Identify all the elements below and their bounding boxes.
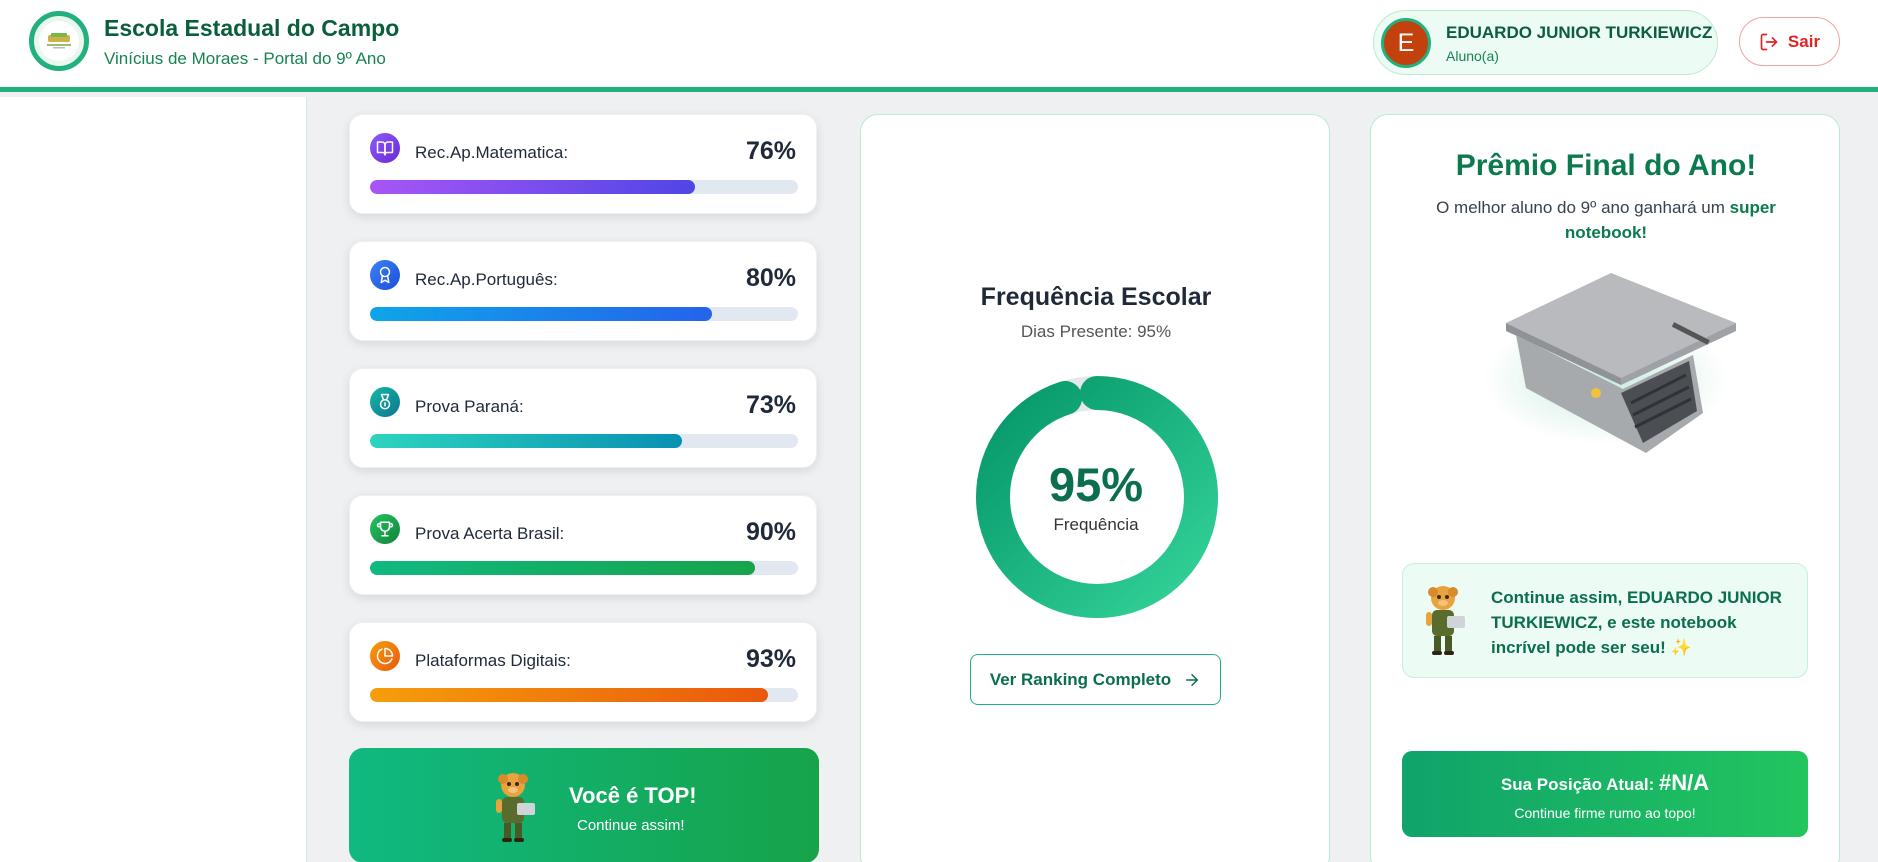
attendance-title: Frequência Escolar bbox=[980, 283, 1212, 311]
attendance-card: Frequência Escolar Dias Presente: 95% 95… bbox=[860, 114, 1330, 862]
encouragement-box: Continue assim, EDUARDO JUNIOR TURKIEWIC… bbox=[1402, 563, 1808, 678]
prize-card: Prêmio Final do Ano! O melhor aluno do 9… bbox=[1370, 114, 1840, 862]
view-ranking-label: Ver Ranking Completo bbox=[989, 669, 1172, 689]
top-student-banner: Você é TOP! Continue assim! bbox=[349, 748, 819, 862]
school-name: Escola Estadual do Campo bbox=[104, 15, 400, 41]
stat-label: Plataformas Digitais: bbox=[415, 651, 571, 670]
progress-track bbox=[370, 688, 798, 702]
progress-track bbox=[370, 307, 798, 321]
mascot-icon bbox=[1426, 586, 1465, 655]
progress-track bbox=[370, 434, 798, 448]
progress-fill bbox=[370, 561, 756, 575]
progress-fill bbox=[370, 688, 769, 702]
position-subtitle: Continue firme rumo ao topo! bbox=[1514, 805, 1696, 821]
stat-percent: 73% bbox=[745, 391, 796, 419]
logout-button[interactable]: Sair bbox=[1739, 17, 1840, 66]
performance-column: Rec.Ap.Matematica: 76% Rec.Ap.Português:… bbox=[308, 97, 844, 862]
stat-card-matematica: Rec.Ap.Matematica: 76% bbox=[349, 114, 817, 214]
left-sidebar-area bbox=[0, 97, 307, 862]
mascot-icon bbox=[496, 773, 535, 842]
stat-label: Prova Paraná: bbox=[415, 397, 524, 416]
attendance-percent: 95% bbox=[1048, 458, 1144, 511]
prize-title: Prêmio Final do Ano! bbox=[1455, 149, 1757, 182]
top-subtitle: Continue assim! bbox=[577, 817, 685, 834]
stat-label: Prova Acerta Brasil: bbox=[415, 524, 565, 543]
stat-card-portugues: Rec.Ap.Português: 80% bbox=[349, 241, 817, 341]
position-line: Sua Posição Atual: #N/A bbox=[1402, 770, 1808, 796]
medal-icon bbox=[370, 387, 400, 417]
encouragement-text: Continue assim, EDUARDO JUNIOR TURKIEWIC… bbox=[1491, 588, 1782, 657]
user-role: Aluno(a) bbox=[1446, 48, 1499, 64]
laptop-image bbox=[1506, 273, 1736, 453]
book-icon bbox=[370, 133, 400, 163]
arrow-right-icon bbox=[1186, 673, 1199, 686]
logout-label: Sair bbox=[1787, 31, 1821, 51]
portal-subtitle: Vinícius de Moraes - Portal do 9º Ano bbox=[104, 49, 386, 68]
trophy-icon bbox=[370, 514, 400, 544]
progress-fill bbox=[370, 307, 713, 321]
attendance-label: Frequência bbox=[1053, 515, 1139, 534]
top-title: Você é TOP! bbox=[569, 783, 697, 808]
stat-label: Rec.Ap.Matematica: bbox=[415, 143, 569, 162]
position-value: #N/A bbox=[1658, 770, 1710, 795]
attendance-subtitle: Dias Presente: 95% bbox=[1020, 322, 1172, 341]
school-logo-icon bbox=[47, 33, 71, 49]
progress-fill bbox=[370, 434, 683, 448]
stat-percent: 90% bbox=[745, 518, 796, 546]
progress-track bbox=[370, 180, 798, 194]
stat-label: Rec.Ap.Português: bbox=[415, 270, 558, 289]
stat-percent: 93% bbox=[745, 645, 796, 673]
progress-track bbox=[370, 561, 798, 575]
pie-chart-icon bbox=[370, 641, 400, 671]
award-icon bbox=[370, 260, 400, 290]
view-ranking-button[interactable]: Ver Ranking Completo bbox=[970, 654, 1221, 705]
prize-desc-text: O melhor aluno do 9º ano ganhará um bbox=[1436, 198, 1730, 217]
avatar: E bbox=[1381, 18, 1431, 68]
stat-card-prova-parana: Prova Paraná: 73% bbox=[349, 368, 817, 468]
stat-card-acerta-brasil: Prova Acerta Brasil: 90% bbox=[349, 495, 817, 595]
stat-card-plataformas: Plataformas Digitais: 93% bbox=[349, 622, 817, 722]
school-logo bbox=[29, 11, 89, 71]
current-position-card: Sua Posição Atual: #N/A Continue firme r… bbox=[1402, 751, 1808, 837]
top-header: Escola Estadual do Campo Vinícius de Mor… bbox=[0, 0, 1878, 92]
prize-description: O melhor aluno do 9º ano ganhará um supe… bbox=[1411, 195, 1801, 245]
stat-percent: 76% bbox=[745, 137, 796, 165]
user-name: EDUARDO JUNIOR TURKIEWICZ bbox=[1446, 23, 1713, 42]
user-profile[interactable]: E EDUARDO JUNIOR TURKIEWICZ Aluno(a) bbox=[1373, 10, 1718, 75]
progress-fill bbox=[370, 180, 696, 194]
stat-percent: 80% bbox=[745, 264, 796, 292]
position-label: Sua Posição Atual: bbox=[1500, 775, 1659, 794]
logout-icon bbox=[1760, 33, 1778, 50]
